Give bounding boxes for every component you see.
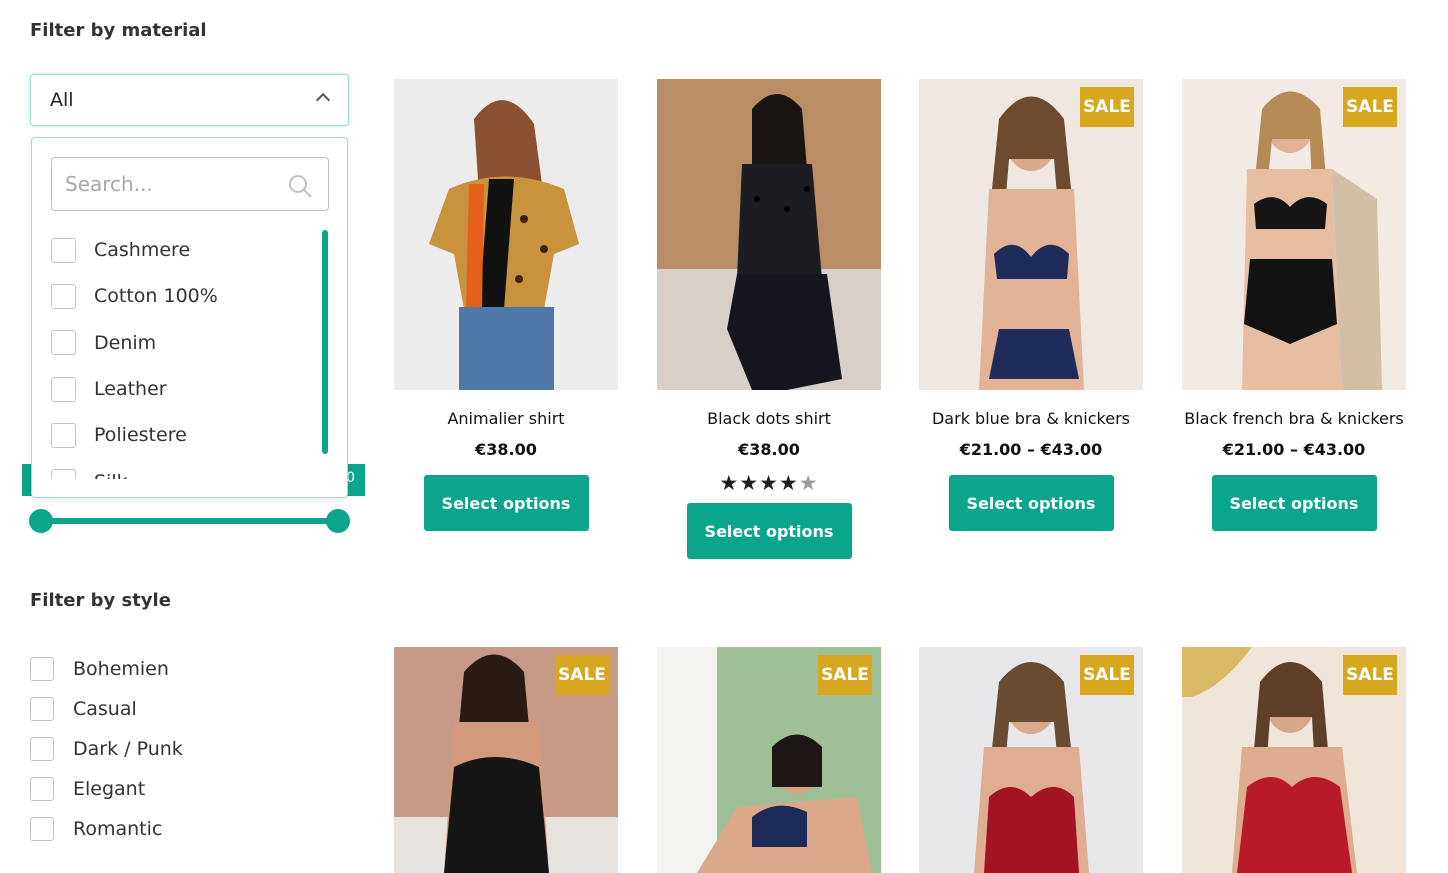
product-card: SALE bbox=[657, 647, 881, 873]
material-option[interactable]: Poliestere bbox=[51, 412, 311, 458]
checkbox[interactable] bbox=[51, 237, 76, 263]
price-slider-max-handle[interactable] bbox=[326, 509, 350, 533]
product-image[interactable]: SALE bbox=[394, 647, 618, 873]
product-image[interactable]: SALE bbox=[1182, 647, 1406, 873]
product-card: Black dots shirt €38.00 ★★★★★ Select opt… bbox=[657, 79, 881, 559]
sale-badge: SALE bbox=[1080, 87, 1134, 127]
material-option[interactable]: Cotton 100% bbox=[51, 273, 311, 319]
checkbox[interactable] bbox=[51, 469, 76, 479]
product-name[interactable]: Black dots shirt bbox=[657, 409, 881, 428]
option-label: Dark / Punk bbox=[73, 738, 183, 760]
checkbox[interactable] bbox=[51, 330, 76, 356]
sale-badge: SALE bbox=[1343, 87, 1397, 127]
product-card: SALE bbox=[919, 647, 1143, 873]
checkbox[interactable] bbox=[30, 817, 54, 841]
option-label: Silk bbox=[94, 471, 128, 479]
checkbox[interactable] bbox=[30, 697, 54, 721]
star-empty-icon: ★ bbox=[798, 471, 819, 495]
product-image[interactable]: SALE bbox=[1182, 79, 1406, 390]
product-card: SALE Black french bra & knickers €21.00 … bbox=[1182, 79, 1406, 531]
sale-badge: SALE bbox=[818, 655, 872, 695]
star-icon: ★★★★ bbox=[719, 471, 799, 495]
option-label: Cotton 100% bbox=[94, 285, 218, 308]
material-search-input[interactable] bbox=[52, 158, 272, 210]
product-image[interactable] bbox=[657, 79, 881, 390]
product-price: €21.00 – €43.00 bbox=[1222, 440, 1366, 459]
product-card: Animalier shirt €38.00 Select options bbox=[394, 79, 618, 531]
style-options-list: Bohemien Casual Dark / Punk Elegant Roma… bbox=[30, 649, 183, 849]
material-select-value: All bbox=[50, 89, 74, 111]
style-filter-title: Filter by style bbox=[30, 590, 171, 611]
price-slider-track[interactable] bbox=[40, 518, 338, 524]
material-select[interactable]: All bbox=[30, 74, 349, 126]
material-search-box[interactable] bbox=[51, 157, 329, 211]
sale-badge: SALE bbox=[1343, 655, 1397, 695]
rating-stars: ★★★★★ bbox=[657, 473, 881, 494]
dropdown-scrollbar[interactable] bbox=[322, 230, 328, 454]
product-photo bbox=[657, 94, 881, 390]
product-name[interactable]: Black french bra & knickers bbox=[1182, 409, 1406, 428]
material-option[interactable]: Denim bbox=[51, 320, 311, 366]
checkbox[interactable] bbox=[30, 657, 54, 681]
select-options-button[interactable]: Select options bbox=[423, 475, 589, 531]
product-image[interactable]: SALE bbox=[919, 647, 1143, 873]
product-image[interactable] bbox=[394, 79, 618, 390]
option-label: Romantic bbox=[73, 818, 163, 840]
option-label: Elegant bbox=[73, 778, 146, 800]
material-filter-title: Filter by material bbox=[30, 20, 207, 41]
select-options-button[interactable]: Select options bbox=[686, 503, 852, 559]
product-name[interactable]: Animalier shirt bbox=[394, 409, 618, 428]
material-option[interactable]: Cashmere bbox=[51, 227, 311, 273]
search-icon bbox=[289, 175, 312, 198]
price-slider-min-handle[interactable] bbox=[29, 509, 53, 533]
checkbox[interactable] bbox=[51, 422, 76, 448]
product-image[interactable]: SALE bbox=[657, 647, 881, 873]
material-option[interactable]: Silk bbox=[51, 458, 311, 479]
style-option[interactable]: Romantic bbox=[30, 809, 183, 849]
option-label: Cashmere bbox=[94, 239, 191, 262]
style-option[interactable]: Bohemien bbox=[30, 649, 183, 689]
checkbox[interactable] bbox=[51, 376, 76, 402]
option-label: Casual bbox=[73, 698, 137, 720]
material-options-list[interactable]: Cashmere Cotton 100% Denim Leather Polie… bbox=[51, 227, 311, 479]
product-price: €38.00 bbox=[475, 440, 537, 459]
material-option[interactable]: Leather bbox=[51, 366, 311, 412]
product-card: SALE bbox=[394, 647, 618, 873]
option-label: Poliestere bbox=[94, 424, 187, 447]
option-label: Leather bbox=[94, 378, 167, 401]
style-option[interactable]: Dark / Punk bbox=[30, 729, 183, 769]
product-name[interactable]: Dark blue bra & knickers bbox=[919, 409, 1143, 428]
chevron-up-icon[interactable] bbox=[315, 92, 331, 108]
product-image[interactable]: SALE bbox=[919, 79, 1143, 390]
sale-badge: SALE bbox=[555, 655, 609, 695]
product-photo bbox=[429, 100, 579, 390]
product-price: €21.00 – €43.00 bbox=[959, 440, 1103, 459]
checkbox[interactable] bbox=[30, 737, 54, 761]
option-label: Bohemien bbox=[73, 658, 169, 680]
product-card: SALE Dark blue bra & knickers €21.00 – €… bbox=[919, 79, 1143, 531]
style-option[interactable]: Elegant bbox=[30, 769, 183, 809]
sale-badge: SALE bbox=[1080, 655, 1134, 695]
select-options-button[interactable]: Select options bbox=[948, 475, 1114, 531]
product-card: SALE bbox=[1182, 647, 1406, 873]
checkbox[interactable] bbox=[30, 777, 54, 801]
material-dropdown: Cashmere Cotton 100% Denim Leather Polie… bbox=[31, 137, 348, 498]
select-options-button[interactable]: Select options bbox=[1211, 475, 1377, 531]
product-price: €38.00 bbox=[738, 440, 800, 459]
style-option[interactable]: Casual bbox=[30, 689, 183, 729]
option-label: Denim bbox=[94, 331, 157, 354]
checkbox[interactable] bbox=[51, 283, 76, 309]
